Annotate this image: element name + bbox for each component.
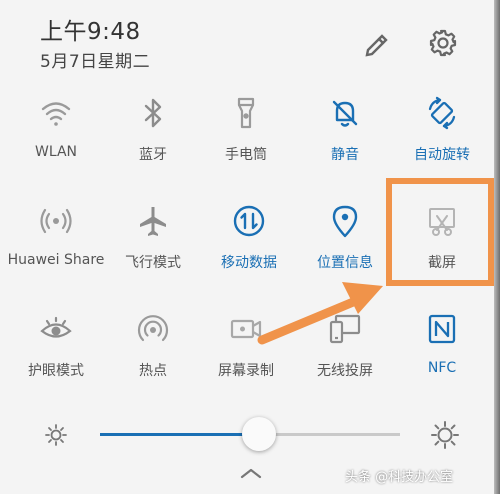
tile-screen-record[interactable]: 屏幕录制 (198, 312, 294, 412)
brightness-slider-handle[interactable] (242, 417, 276, 451)
nfc-icon (425, 312, 459, 346)
tile-huawei-share[interactable]: Huawei Share (8, 204, 104, 304)
watermark: 头条 @科技办公室 (345, 470, 454, 485)
tile-mobile-data[interactable]: 移动数据 (201, 204, 297, 304)
brightness-low-icon (44, 423, 68, 447)
flashlight-icon (229, 96, 263, 130)
tile-label: 自动旋转 (414, 147, 470, 163)
bell-off-icon (328, 96, 362, 130)
tile-mute[interactable]: 静音 (297, 96, 393, 196)
hotspot-icon (136, 312, 170, 346)
tile-hotspot[interactable]: 热点 (105, 312, 201, 412)
tile-eye-comfort[interactable]: 护眼模式 (8, 312, 104, 412)
background-edge (494, 0, 500, 494)
chevron-up-icon[interactable] (239, 466, 263, 480)
tile-wlan[interactable]: WLAN (8, 96, 104, 196)
wifi-icon (39, 96, 73, 130)
location-icon (328, 204, 362, 238)
status-date: 5月7日星期二 (40, 52, 151, 72)
auto-rotate-icon (425, 96, 459, 130)
edit-icon[interactable] (362, 28, 392, 58)
brightness-high-icon (430, 420, 460, 450)
tile-airplane[interactable]: 飞行模式 (105, 204, 201, 304)
wireless-projection-icon (328, 312, 362, 346)
screen-record-icon (229, 312, 263, 346)
airplane-icon (136, 204, 170, 238)
huawei-share-icon (39, 204, 73, 238)
eye-icon (39, 312, 73, 346)
tile-wireless-projection[interactable]: 无线投屏 (297, 312, 393, 412)
status-time: 上午9:48 (40, 19, 141, 45)
tile-bluetooth[interactable]: 蓝牙 (105, 96, 201, 196)
tile-nfc[interactable]: NFC (394, 312, 490, 412)
brightness-slider-fill (100, 433, 259, 436)
tile-location[interactable]: 位置信息 (297, 204, 393, 304)
tile-flashlight[interactable]: 手电筒 (198, 96, 294, 196)
mobile-data-icon (232, 204, 266, 238)
bluetooth-icon (136, 96, 170, 130)
highlight-box (386, 178, 494, 286)
gear-icon[interactable] (428, 28, 458, 58)
tile-label: NFC (427, 360, 457, 376)
